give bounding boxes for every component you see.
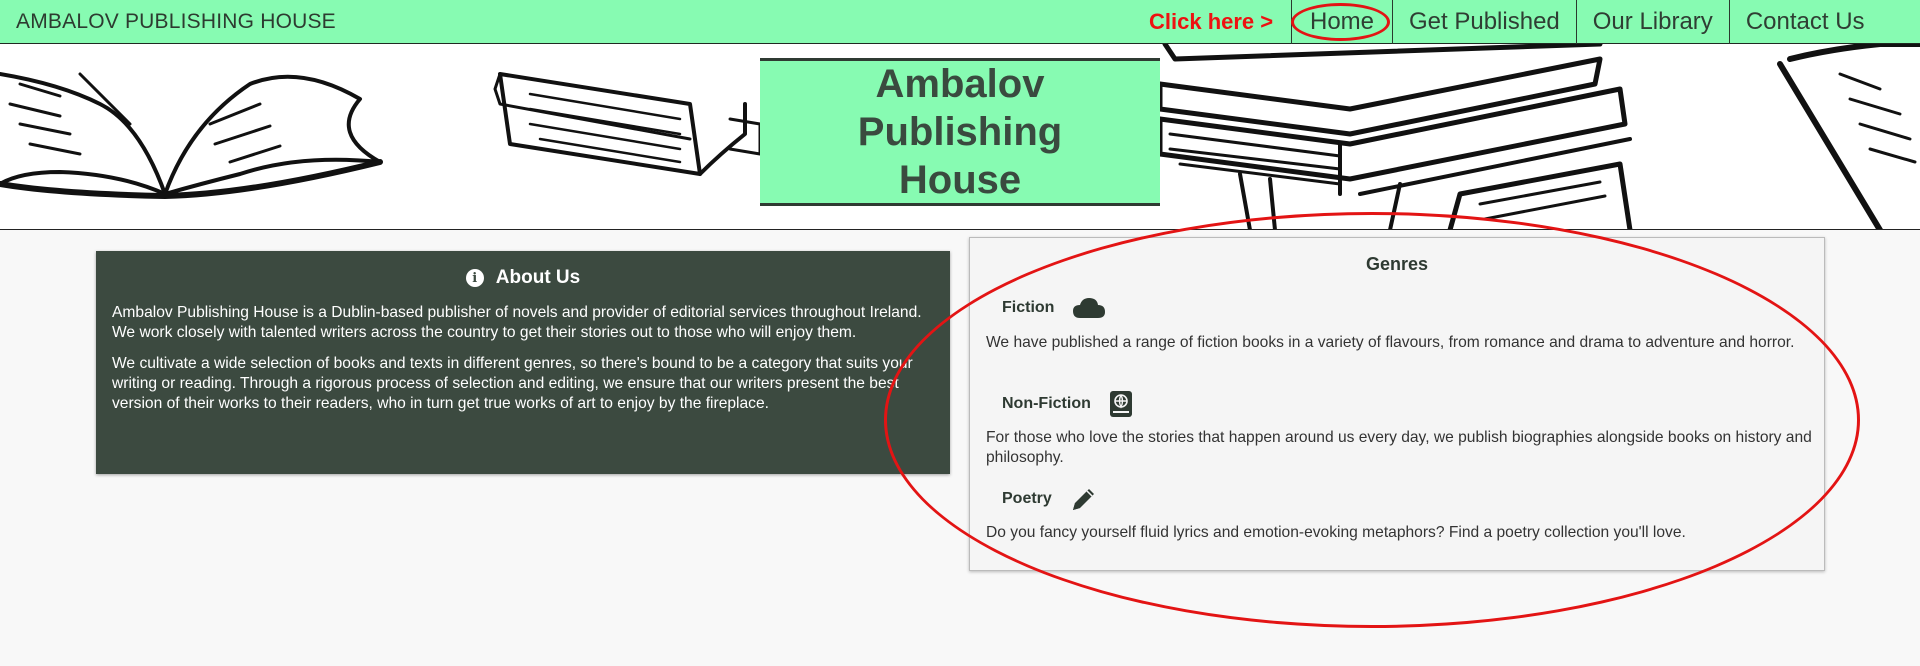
hero-title-box: Ambalov Publishing House: [760, 58, 1160, 206]
nav-item-contact-us[interactable]: Contact Us: [1728, 0, 1881, 44]
top-navbar: AMBALOV PUBLISHING HOUSE Click here > Ho…: [0, 0, 1920, 44]
genres-title: Genres: [1365, 254, 1429, 274]
pencil-icon: [1072, 489, 1094, 510]
genre-poetry-heading: Poetry: [1002, 485, 1098, 513]
genre-name: Poetry: [1002, 490, 1052, 507]
genre-name: Non-Fiction: [1002, 395, 1091, 412]
cloud-icon: [1073, 298, 1106, 318]
hero-banner: Ambalov Publishing House: [0, 44, 1920, 230]
genres-panel: Genres Fiction We have published a range…: [969, 237, 1825, 571]
about-paragraph: Ambalov Publishing House is a Dublin-bas…: [112, 304, 922, 341]
home-annotation-circle: [1291, 3, 1390, 41]
hero-title: Ambalov Publishing House: [857, 62, 1063, 202]
click-here-hint: Click here >: [1149, 9, 1274, 34]
about-us-title: About Us: [495, 267, 581, 288]
nav-item-our-library[interactable]: Our Library: [1575, 0, 1729, 44]
genre-non-fiction-heading: Non-Fiction: [1002, 390, 1133, 418]
about-paragraph: We cultivate a wide selection of books a…: [112, 355, 913, 412]
brand-name[interactable]: AMBALOV PUBLISHING HOUSE: [16, 10, 336, 34]
atlas-book-icon: [1109, 391, 1132, 417]
about-us-panel: i About Us Ambalov Publishing House is a…: [96, 251, 950, 474]
about-us-header: i About Us: [112, 267, 934, 289]
genre-fiction-description: We have published a range of fiction boo…: [986, 334, 1795, 351]
genre-name: Fiction: [1002, 299, 1055, 316]
genre-poetry-description: Do you fancy yourself fluid lyrics and e…: [986, 524, 1686, 541]
genre-fiction-heading: Fiction: [1002, 296, 1106, 320]
info-circle-icon: i: [465, 269, 484, 287]
nav-item-get-published[interactable]: Get Published: [1392, 0, 1576, 44]
genre-non-fiction-description: For those who love the stories that happ…: [986, 429, 1812, 466]
